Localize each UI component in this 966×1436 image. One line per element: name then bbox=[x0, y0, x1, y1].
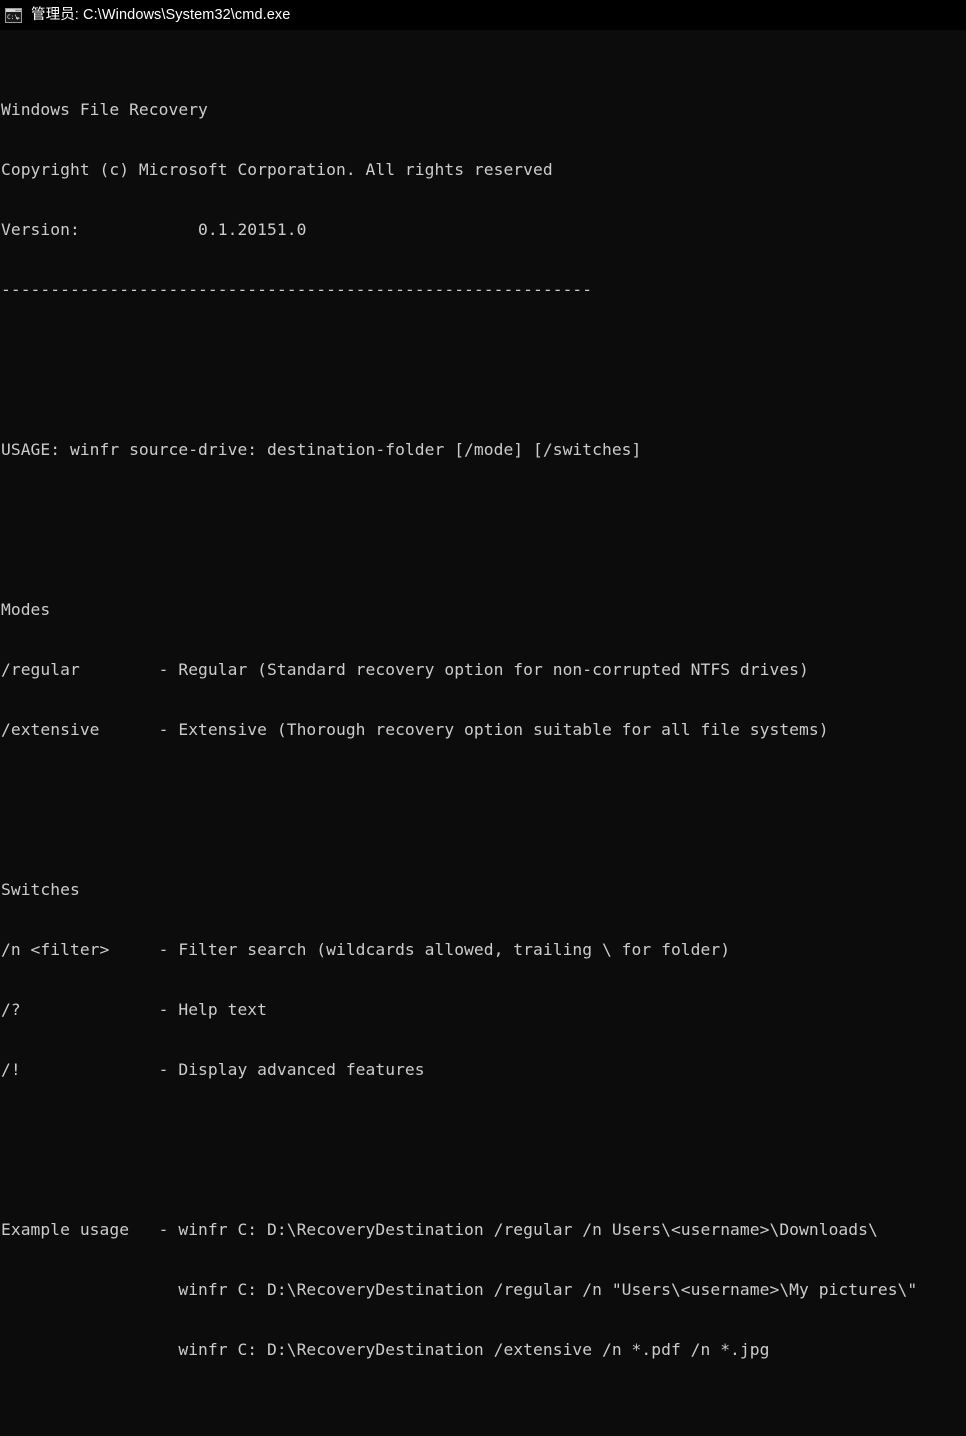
switches-heading: Switches bbox=[1, 880, 80, 899]
mode-regular-line: /regular - Regular (Standard recovery op… bbox=[1, 660, 809, 679]
console-window-icon: C:\ bbox=[5, 7, 22, 24]
example-usage-line-3: winfr C: D:\RecoveryDestination /extensi… bbox=[1, 1340, 770, 1359]
product-name-line: Windows File Recovery bbox=[1, 100, 208, 119]
example-usage-line-2: winfr C: D:\RecoveryDestination /regular… bbox=[1, 1280, 918, 1299]
switch-filter-line: /n <filter> - Filter search (wildcards a… bbox=[1, 940, 731, 959]
window-title: 管理员: C:\Windows\System32\cmd.exe bbox=[31, 7, 291, 23]
console-body[interactable]: Windows File Recovery Copyright (c) Micr… bbox=[0, 30, 966, 1359]
console-output: Windows File Recovery Copyright (c) Micr… bbox=[1, 40, 917, 1436]
mode-extensive-line: /extensive - Extensive (Thorough recover… bbox=[1, 720, 829, 739]
separator-line: ----------------------------------------… bbox=[1, 280, 593, 299]
copyright-line: Copyright (c) Microsoft Corporation. All… bbox=[1, 160, 553, 179]
example-usage-line-1: Example usage - winfr C: D:\RecoveryDest… bbox=[1, 1220, 878, 1239]
window-titlebar[interactable]: C:\ 管理员: C:\Windows\System32\cmd.exe bbox=[0, 0, 966, 30]
modes-heading: Modes bbox=[1, 600, 51, 619]
version-line: Version: 0.1.20151.0 bbox=[1, 220, 307, 239]
switch-advanced-line: /! - Display advanced features bbox=[1, 1060, 425, 1079]
switch-help-line: /? - Help text bbox=[1, 1000, 268, 1019]
usage-line: USAGE: winfr source-drive: destination-f… bbox=[1, 440, 642, 459]
